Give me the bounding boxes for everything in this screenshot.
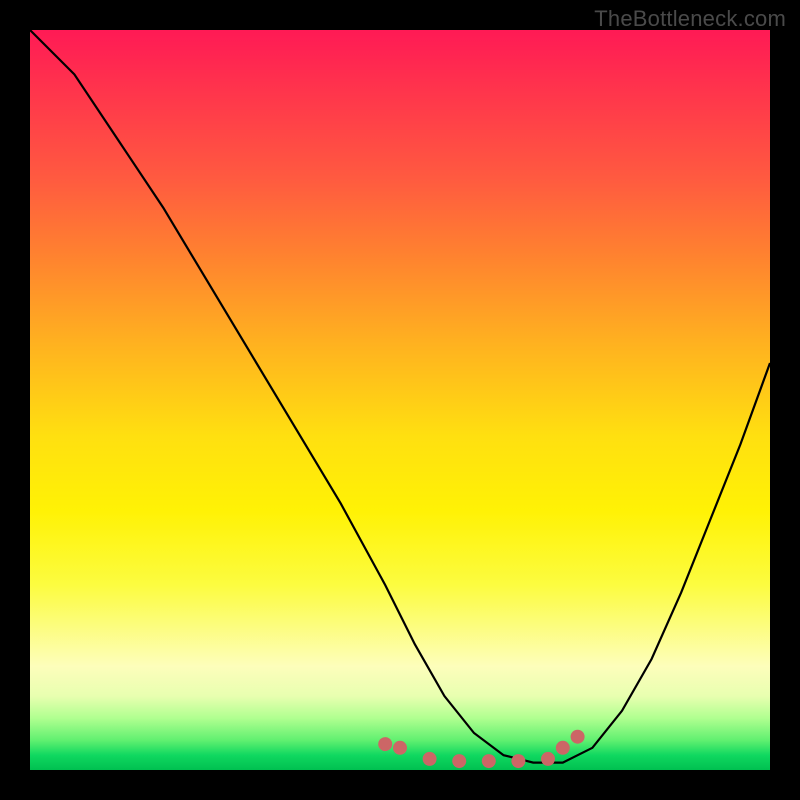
bottleneck-curve xyxy=(30,30,770,763)
optimal-dot xyxy=(541,752,555,766)
optimal-dot xyxy=(511,754,525,768)
optimal-dot xyxy=(423,752,437,766)
curve-svg xyxy=(30,30,770,770)
optimal-zone-dots xyxy=(378,730,584,768)
chart-frame: TheBottleneck.com xyxy=(0,0,800,800)
optimal-dot xyxy=(393,741,407,755)
plot-area xyxy=(30,30,770,770)
optimal-dot xyxy=(556,741,570,755)
optimal-dot xyxy=(378,737,392,751)
optimal-dot xyxy=(482,754,496,768)
optimal-dot xyxy=(452,754,466,768)
optimal-dot xyxy=(571,730,585,744)
watermark-text: TheBottleneck.com xyxy=(594,6,786,32)
